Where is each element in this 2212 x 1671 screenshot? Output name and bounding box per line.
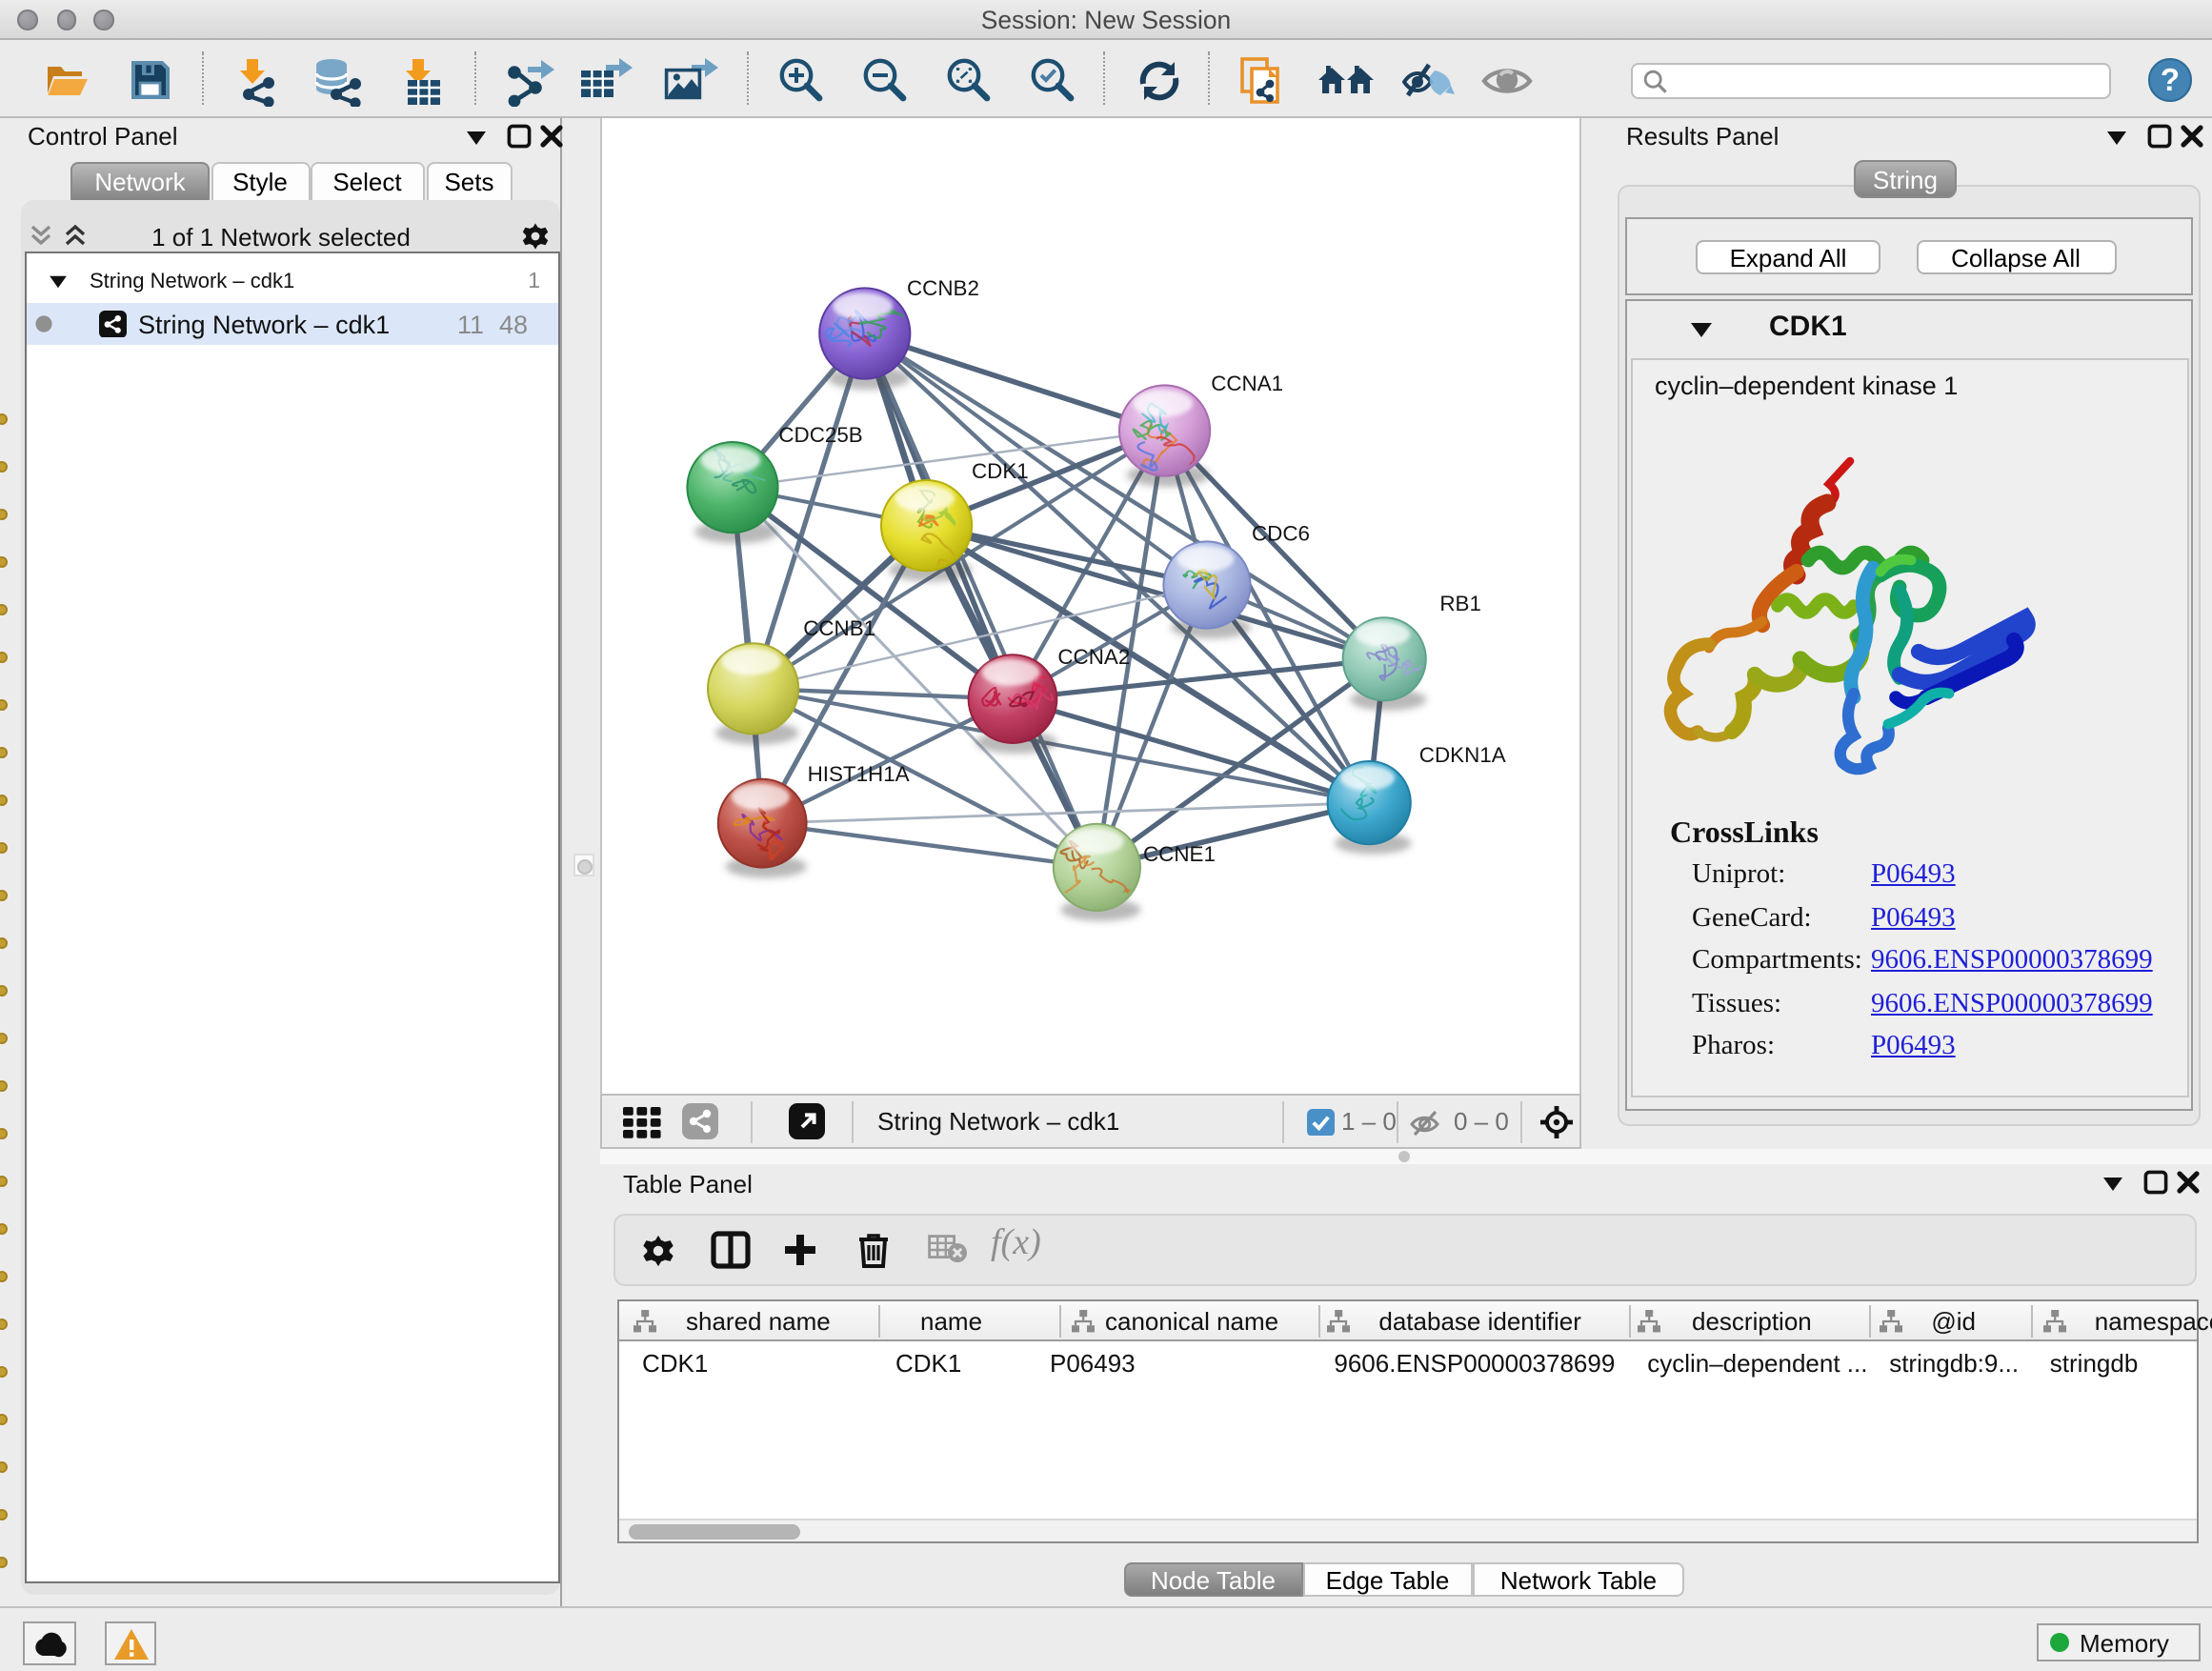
- svg-text:CDK1: CDK1: [972, 459, 1029, 483]
- svg-text:RB1: RB1: [1439, 592, 1481, 615]
- svg-text:HIST1H1A: HIST1H1A: [808, 762, 910, 786]
- svg-text:CCNB2: CCNB2: [907, 276, 979, 300]
- svg-text:CCNE1: CCNE1: [1143, 842, 1216, 866]
- svg-text:CDC6: CDC6: [1252, 522, 1310, 546]
- svg-text:CDKN1A: CDKN1A: [1419, 743, 1506, 767]
- svg-text:CDC25B: CDC25B: [778, 423, 862, 447]
- svg-text:CCNA2: CCNA2: [1057, 645, 1130, 669]
- svg-text:CCNA1: CCNA1: [1211, 372, 1283, 395]
- svg-text:CCNB1: CCNB1: [803, 616, 875, 640]
- svg-text:?: ?: [2161, 62, 2180, 97]
